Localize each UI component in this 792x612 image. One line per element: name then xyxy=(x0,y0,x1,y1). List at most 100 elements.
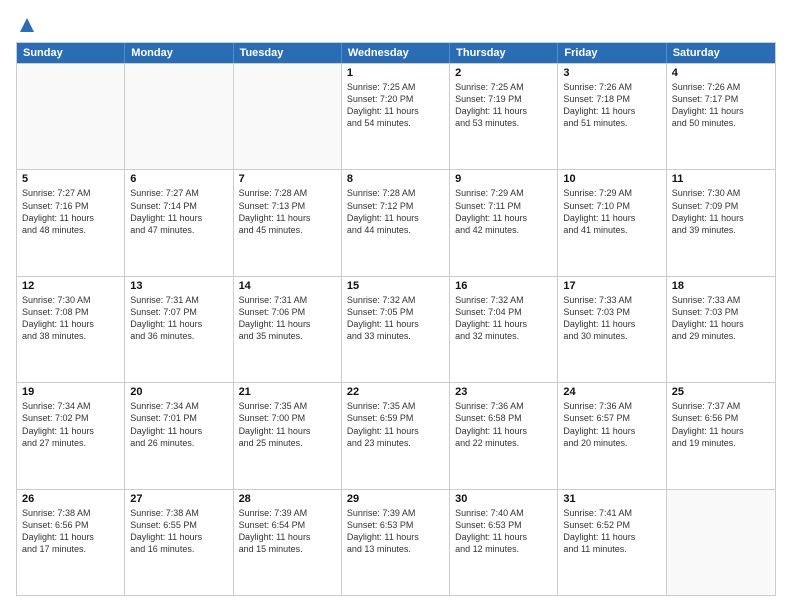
day-number: 28 xyxy=(239,493,336,505)
day-number: 11 xyxy=(672,173,770,185)
day-cell-27: 27Sunrise: 7:38 AM Sunset: 6:55 PM Dayli… xyxy=(125,490,233,595)
calendar-week-4: 26 Sunrise: 7:38 AM Sunset: 6:56 PM Dayli… xyxy=(17,489,775,595)
day-info: Sunrise: 7:30 AM Sunset: 7:09 PM Dayligh… xyxy=(672,187,770,236)
day-number: 14 xyxy=(239,280,336,292)
day-number: 16 xyxy=(455,280,552,292)
day-cell-10: 10 Sunrise: 7:29 AM Sunset: 7:10 PM Dayli… xyxy=(558,170,666,275)
day-number: 31 xyxy=(563,493,660,505)
empty-cell xyxy=(125,64,233,169)
day-number: 19 xyxy=(22,386,119,398)
day-cell-23: 23Sunrise: 7:36 AM Sunset: 6:58 PM Dayli… xyxy=(450,383,558,488)
day-cell-28: 28 Sunrise: 7:39 AM Sunset: 6:54 PM Dayli… xyxy=(234,490,342,595)
day-number: 6 xyxy=(130,173,227,185)
day-info: Sunrise: 7:36 AM Sunset: 6:57 PM Dayligh… xyxy=(563,400,660,449)
day-cell-13: 13Sunrise: 7:31 AM Sunset: 7:07 PM Dayli… xyxy=(125,277,233,382)
logo-icon xyxy=(18,16,36,34)
day-info: Sunrise: 7:40 AM Sunset: 6:53 PM Dayligh… xyxy=(455,507,552,556)
day-cell-17: 17Sunrise: 7:33 AM Sunset: 7:03 PM Dayli… xyxy=(558,277,666,382)
day-info: Sunrise: 7:31 AM Sunset: 7:06 PM Dayligh… xyxy=(239,294,336,343)
day-cell-25: 25 Sunrise: 7:37 AM Sunset: 6:56 PM Dayli… xyxy=(667,383,775,488)
day-info: Sunrise: 7:39 AM Sunset: 6:54 PM Dayligh… xyxy=(239,507,336,556)
day-cell-16: 16 Sunrise: 7:32 AM Sunset: 7:04 PM Dayli… xyxy=(450,277,558,382)
day-info: Sunrise: 7:36 AM Sunset: 6:58 PM Dayligh… xyxy=(455,400,552,449)
header xyxy=(16,16,776,34)
day-number: 26 xyxy=(22,493,119,505)
day-number: 24 xyxy=(563,386,660,398)
day-info: Sunrise: 7:38 AM Sunset: 6:55 PM Dayligh… xyxy=(130,507,227,556)
day-info: Sunrise: 7:32 AM Sunset: 7:04 PM Dayligh… xyxy=(455,294,552,343)
day-info: Sunrise: 7:27 AM Sunset: 7:14 PM Dayligh… xyxy=(130,187,227,236)
day-info: Sunrise: 7:39 AM Sunset: 6:53 PM Dayligh… xyxy=(347,507,444,556)
day-cell-19: 19 Sunrise: 7:34 AM Sunset: 7:02 PM Dayli… xyxy=(17,383,125,488)
day-number: 13 xyxy=(130,280,227,292)
header-cell-friday: Friday xyxy=(558,43,666,63)
day-cell-12: 12Sunrise: 7:30 AM Sunset: 7:08 PM Dayli… xyxy=(17,277,125,382)
day-number: 29 xyxy=(347,493,444,505)
header-cell-saturday: Saturday xyxy=(667,43,775,63)
day-number: 3 xyxy=(563,67,660,79)
day-cell-18: 18 Sunrise: 7:33 AM Sunset: 7:03 PM Dayli… xyxy=(667,277,775,382)
day-cell-30: 30 Sunrise: 7:40 AM Sunset: 6:53 PM Dayli… xyxy=(450,490,558,595)
calendar-week-0: 1 Sunrise: 7:25 AM Sunset: 7:20 PM Daylig… xyxy=(17,63,775,169)
day-info: Sunrise: 7:26 AM Sunset: 7:18 PM Dayligh… xyxy=(563,81,660,130)
day-cell-3: 3 Sunrise: 7:26 AM Sunset: 7:18 PM Daylig… xyxy=(558,64,666,169)
header-cell-monday: Monday xyxy=(125,43,233,63)
day-info: Sunrise: 7:38 AM Sunset: 6:56 PM Dayligh… xyxy=(22,507,119,556)
day-number: 21 xyxy=(239,386,336,398)
day-number: 8 xyxy=(347,173,444,185)
day-info: Sunrise: 7:25 AM Sunset: 7:20 PM Dayligh… xyxy=(347,81,444,130)
day-info: Sunrise: 7:35 AM Sunset: 7:00 PM Dayligh… xyxy=(239,400,336,449)
day-cell-20: 20Sunrise: 7:34 AM Sunset: 7:01 PM Dayli… xyxy=(125,383,233,488)
day-number: 1 xyxy=(347,67,444,79)
day-cell-5: 5Sunrise: 7:27 AM Sunset: 7:16 PM Daylig… xyxy=(17,170,125,275)
day-number: 4 xyxy=(672,67,770,79)
day-info: Sunrise: 7:35 AM Sunset: 6:59 PM Dayligh… xyxy=(347,400,444,449)
day-cell-26: 26 Sunrise: 7:38 AM Sunset: 6:56 PM Dayli… xyxy=(17,490,125,595)
day-info: Sunrise: 7:41 AM Sunset: 6:52 PM Dayligh… xyxy=(563,507,660,556)
calendar-week-2: 12Sunrise: 7:30 AM Sunset: 7:08 PM Dayli… xyxy=(17,276,775,382)
day-cell-14: 14 Sunrise: 7:31 AM Sunset: 7:06 PM Dayli… xyxy=(234,277,342,382)
day-number: 30 xyxy=(455,493,552,505)
header-cell-tuesday: Tuesday xyxy=(234,43,342,63)
day-cell-22: 22Sunrise: 7:35 AM Sunset: 6:59 PM Dayli… xyxy=(342,383,450,488)
header-cell-wednesday: Wednesday xyxy=(342,43,450,63)
day-cell-24: 24 Sunrise: 7:36 AM Sunset: 6:57 PM Dayli… xyxy=(558,383,666,488)
day-cell-4: 4 Sunrise: 7:26 AM Sunset: 7:17 PM Daylig… xyxy=(667,64,775,169)
header-cell-sunday: Sunday xyxy=(17,43,125,63)
day-number: 18 xyxy=(672,280,770,292)
day-number: 25 xyxy=(672,386,770,398)
day-number: 12 xyxy=(22,280,119,292)
calendar-week-1: 5Sunrise: 7:27 AM Sunset: 7:16 PM Daylig… xyxy=(17,169,775,275)
day-info: Sunrise: 7:28 AM Sunset: 7:13 PM Dayligh… xyxy=(239,187,336,236)
day-cell-31: 31 Sunrise: 7:41 AM Sunset: 6:52 PM Dayli… xyxy=(558,490,666,595)
empty-cell xyxy=(17,64,125,169)
calendar-body: 1 Sunrise: 7:25 AM Sunset: 7:20 PM Daylig… xyxy=(17,63,775,595)
day-info: Sunrise: 7:37 AM Sunset: 6:56 PM Dayligh… xyxy=(672,400,770,449)
page: SundayMondayTuesdayWednesdayThursdayFrid… xyxy=(0,0,792,612)
day-number: 10 xyxy=(563,173,660,185)
day-number: 5 xyxy=(22,173,119,185)
day-cell-9: 9Sunrise: 7:29 AM Sunset: 7:11 PM Daylig… xyxy=(450,170,558,275)
day-cell-11: 11 Sunrise: 7:30 AM Sunset: 7:09 PM Dayli… xyxy=(667,170,775,275)
day-info: Sunrise: 7:32 AM Sunset: 7:05 PM Dayligh… xyxy=(347,294,444,343)
day-info: Sunrise: 7:33 AM Sunset: 7:03 PM Dayligh… xyxy=(672,294,770,343)
day-number: 15 xyxy=(347,280,444,292)
day-cell-1: 1 Sunrise: 7:25 AM Sunset: 7:20 PM Daylig… xyxy=(342,64,450,169)
empty-cell xyxy=(667,490,775,595)
day-info: Sunrise: 7:26 AM Sunset: 7:17 PM Dayligh… xyxy=(672,81,770,130)
day-number: 2 xyxy=(455,67,552,79)
day-info: Sunrise: 7:34 AM Sunset: 7:02 PM Dayligh… xyxy=(22,400,119,449)
day-info: Sunrise: 7:34 AM Sunset: 7:01 PM Dayligh… xyxy=(130,400,227,449)
day-cell-8: 8 Sunrise: 7:28 AM Sunset: 7:12 PM Daylig… xyxy=(342,170,450,275)
day-info: Sunrise: 7:25 AM Sunset: 7:19 PM Dayligh… xyxy=(455,81,552,130)
day-info: Sunrise: 7:28 AM Sunset: 7:12 PM Dayligh… xyxy=(347,187,444,236)
calendar-week-3: 19 Sunrise: 7:34 AM Sunset: 7:02 PM Dayli… xyxy=(17,382,775,488)
logo xyxy=(16,16,36,34)
day-cell-21: 21 Sunrise: 7:35 AM Sunset: 7:00 PM Dayli… xyxy=(234,383,342,488)
day-cell-29: 29 Sunrise: 7:39 AM Sunset: 6:53 PM Dayli… xyxy=(342,490,450,595)
empty-cell xyxy=(234,64,342,169)
calendar-header: SundayMondayTuesdayWednesdayThursdayFrid… xyxy=(17,43,775,63)
day-info: Sunrise: 7:29 AM Sunset: 7:11 PM Dayligh… xyxy=(455,187,552,236)
day-info: Sunrise: 7:29 AM Sunset: 7:10 PM Dayligh… xyxy=(563,187,660,236)
day-cell-6: 6 Sunrise: 7:27 AM Sunset: 7:14 PM Daylig… xyxy=(125,170,233,275)
